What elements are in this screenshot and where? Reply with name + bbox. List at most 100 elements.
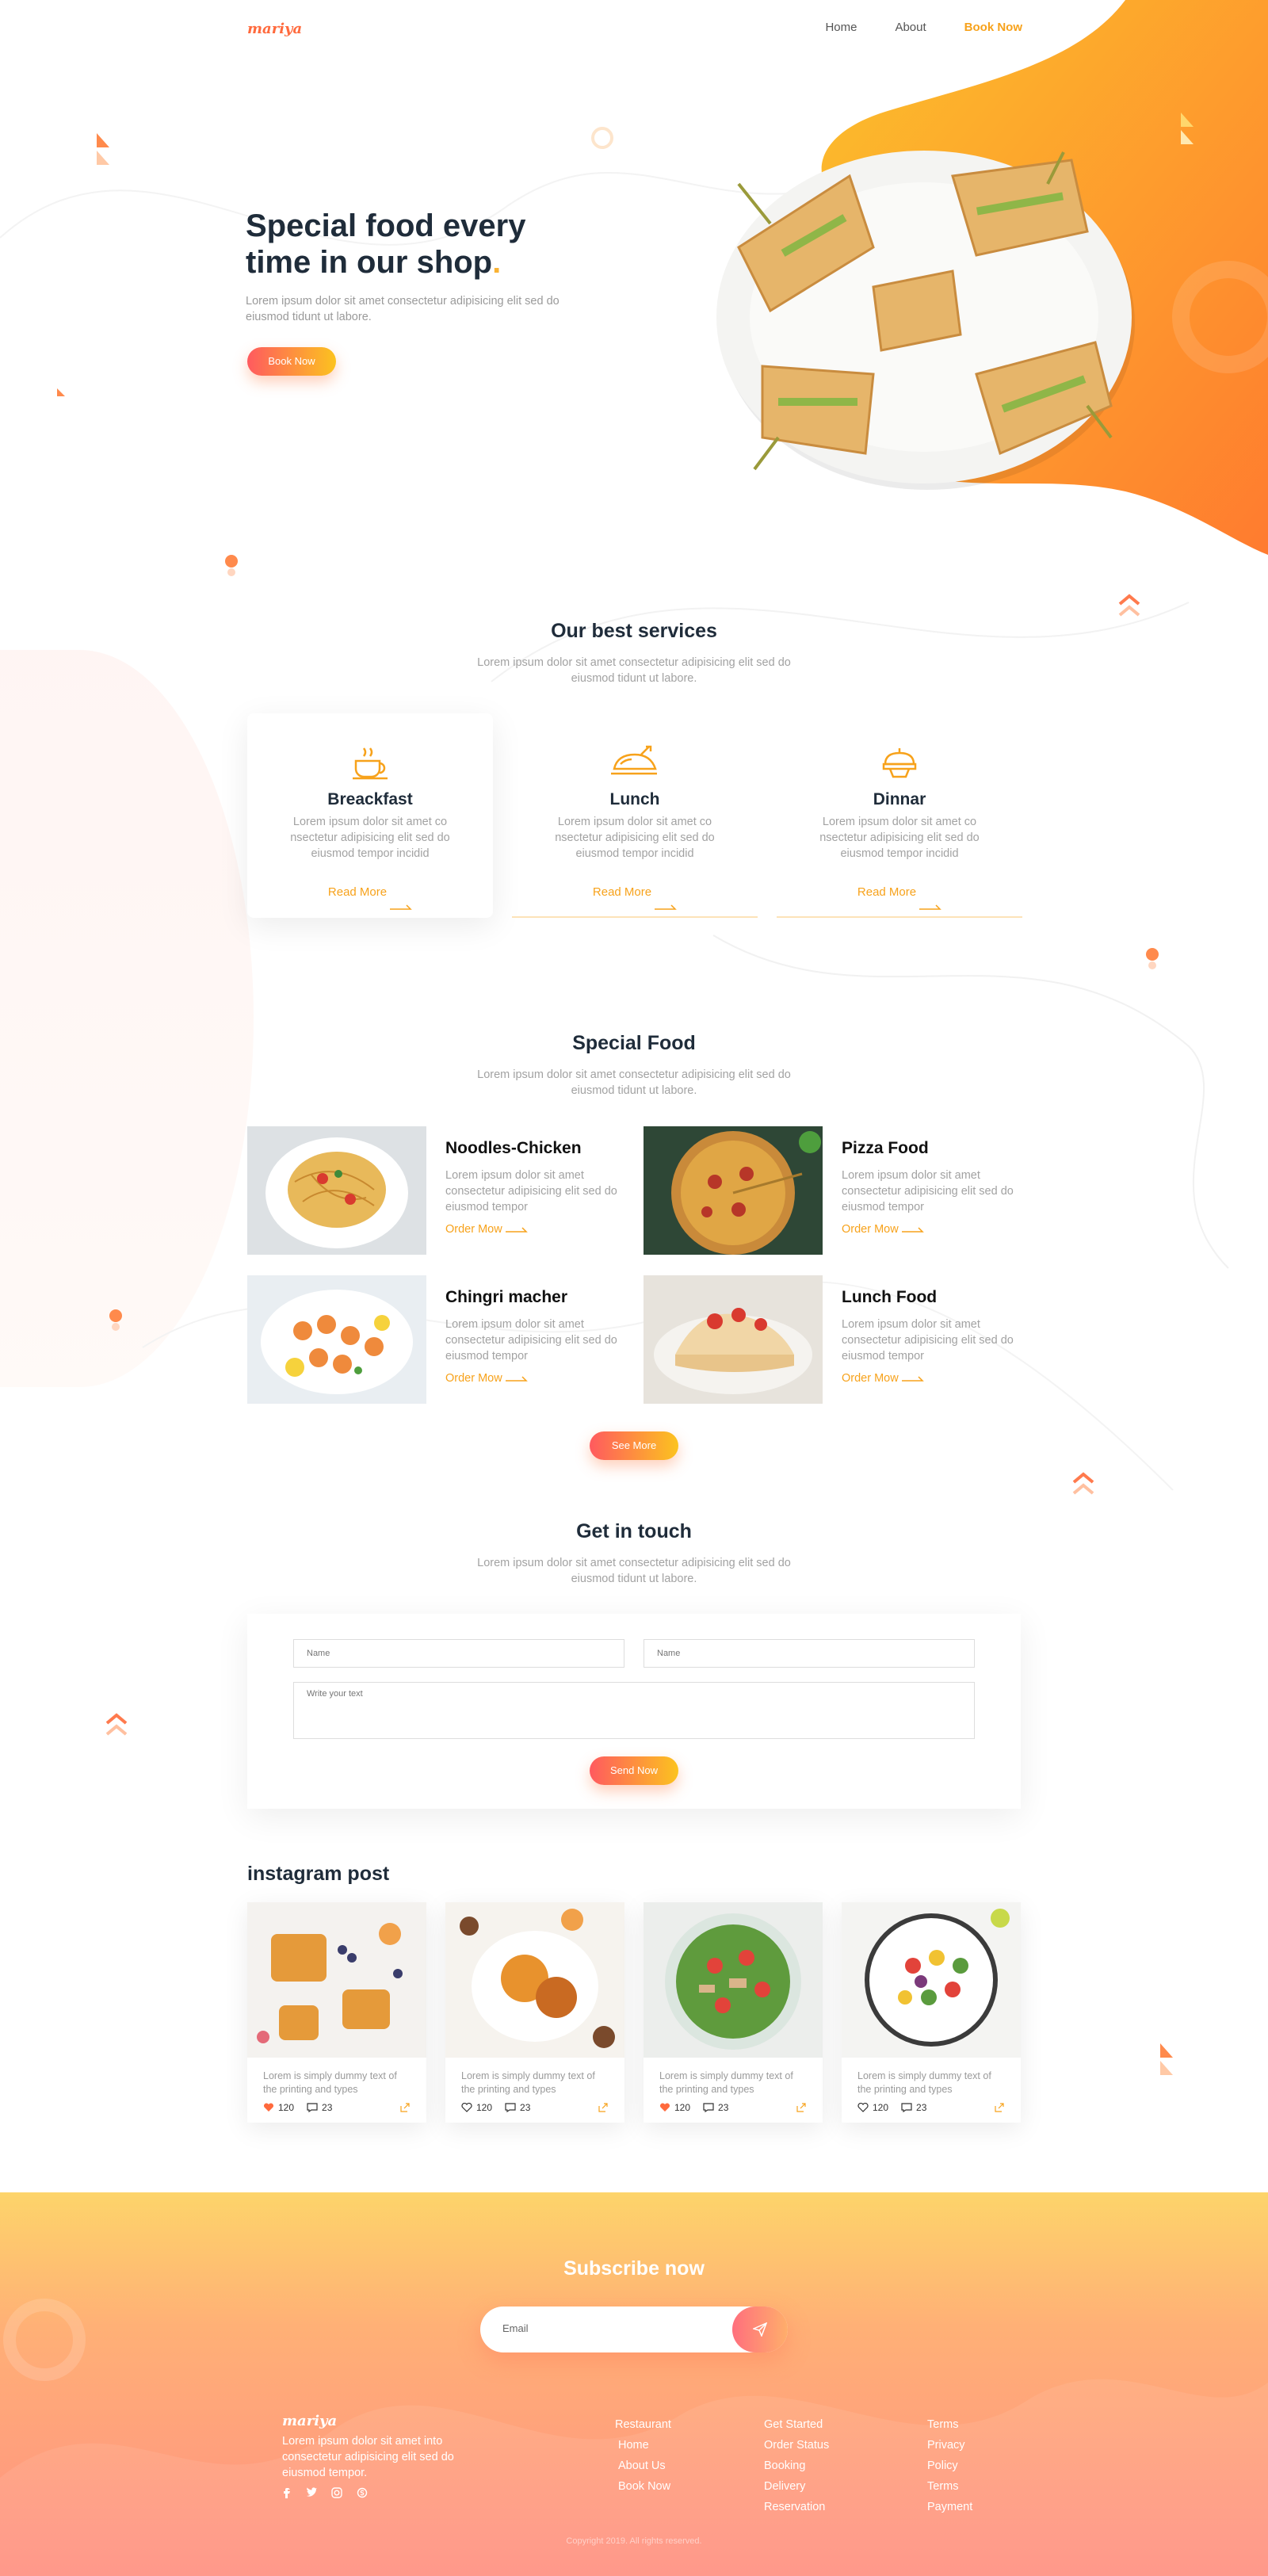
order-now-link[interactable]: Order Mow	[842, 1372, 924, 1385]
comment-button[interactable]: 23	[307, 2102, 332, 2113]
share-icon	[796, 2103, 806, 2112]
food-text: Lorem ipsum dolor sit amet consectetur a…	[445, 1169, 617, 1213]
send-plane-icon	[753, 2322, 767, 2337]
arrow-right-icon	[919, 904, 941, 910]
twitter-icon[interactable]	[306, 2487, 317, 2498]
footer-link-book[interactable]: Book Now	[615, 2476, 671, 2497]
like-button[interactable]: 120	[461, 2102, 492, 2113]
main-nav: Home About Book Now	[825, 21, 1022, 34]
footer-heading: Restaurant	[615, 2418, 671, 2431]
copyright: Copyright 2019. All rights reserved.	[566, 2536, 702, 2546]
like-button[interactable]: 120	[659, 2102, 690, 2113]
subscribe-button[interactable]	[732, 2307, 788, 2352]
footer-link[interactable]: Order Status	[764, 2435, 829, 2456]
footer-column-terms: Terms Privacy Policy Terms Payment	[927, 2414, 972, 2517]
like-button[interactable]: 120	[263, 2102, 294, 2113]
footer-link[interactable]: Terms	[927, 2476, 972, 2497]
footer-link[interactable]: Privacy	[927, 2435, 972, 2456]
triangle-decoration	[1160, 2043, 1173, 2075]
comment-icon	[505, 2103, 516, 2112]
instagram-post[interactable]: Lorem is simply dummy text of the printi…	[644, 1902, 823, 2123]
service-card-lunch[interactable]: Lunch Lorem ipsum dolor sit amet co nsec…	[512, 713, 758, 918]
contact-title: Get in touch	[576, 1520, 692, 1542]
footer-link-about[interactable]: About Us	[615, 2456, 671, 2476]
logo[interactable]: mariya	[247, 21, 302, 37]
comment-button[interactable]: 23	[505, 2102, 530, 2113]
comment-icon	[307, 2103, 318, 2112]
instagram-post[interactable]: Lorem is simply dummy text of the printi…	[445, 1902, 624, 2123]
page: mariya Home About Book Now Special food …	[0, 0, 1268, 2576]
post-caption: Lorem is simply dummy text of the printi…	[263, 2070, 397, 2095]
service-title: Dinnar	[873, 790, 926, 808]
footer-link[interactable]: Delivery	[764, 2476, 829, 2497]
footer-link[interactable]: Terms	[927, 2414, 972, 2435]
facebook-icon[interactable]	[282, 2487, 292, 2498]
share-icon	[598, 2103, 608, 2112]
read-more-link[interactable]: Read More	[777, 873, 1022, 911]
message-textarea[interactable]	[293, 1682, 975, 1739]
arrow-right-icon	[901, 1376, 924, 1382]
footer-link[interactable]: Booking	[764, 2456, 829, 2476]
footer-link[interactable]: Get Started	[764, 2414, 829, 2435]
food-title: Pizza Food	[842, 1139, 929, 1157]
arrow-right-icon	[655, 904, 677, 910]
order-now-link[interactable]: Order Mow	[445, 1223, 528, 1236]
service-card-dinner[interactable]: Dinnar Lorem ipsum dolor sit amet co nse…	[777, 713, 1022, 918]
post-meta: 120 23	[263, 2102, 411, 2113]
heart-outline-icon	[461, 2103, 472, 2112]
service-card-breakfast[interactable]: Breackfast Lorem ipsum dolor sit amet co…	[247, 713, 493, 918]
skype-icon[interactable]	[357, 2487, 368, 2498]
instagram-icon[interactable]	[331, 2487, 342, 2498]
social-links	[282, 2487, 368, 2498]
noodles-image	[247, 1126, 426, 1255]
instagram-post[interactable]: Lorem is simply dummy text of the printi…	[842, 1902, 1021, 2123]
comment-button[interactable]: 23	[901, 2102, 926, 2113]
food-item: Lunch Food Lorem ipsum dolor sit amet co…	[644, 1275, 1024, 1404]
instagram-post[interactable]: Lorem is simply dummy text of the printi…	[247, 1902, 426, 2123]
footer-link[interactable]: Payment	[927, 2497, 972, 2517]
read-more-link[interactable]: Read More	[247, 873, 493, 911]
share-button[interactable]	[598, 2102, 609, 2113]
share-button[interactable]	[796, 2102, 807, 2113]
footer-about: Lorem ipsum dolor sit amet into consecte…	[282, 2435, 454, 2479]
vegetable-salad-image	[842, 1902, 1021, 2058]
food-text: Lorem ipsum dolor sit amet consectetur a…	[842, 1169, 1014, 1213]
see-more-button[interactable]: See More	[590, 1431, 678, 1460]
order-now-link[interactable]: Order Mow	[842, 1223, 924, 1236]
footer-logo[interactable]: mariya	[282, 2413, 337, 2429]
hero-title: Special food every time in our shop.	[246, 208, 526, 280]
share-button[interactable]	[994, 2102, 1005, 2113]
chevron-decoration	[1072, 1472, 1094, 1495]
read-more-link[interactable]: Read More	[512, 873, 758, 911]
footer-wave-decoration	[0, 2299, 1268, 2576]
comment-button[interactable]: 23	[703, 2102, 728, 2113]
footer-column-restaurant: Restaurant Home About Us Book Now	[615, 2414, 671, 2497]
name-input-second[interactable]	[644, 1639, 975, 1668]
footer-column-get-started: Get Started Order Status Booking Deliver…	[764, 2414, 829, 2517]
email-input[interactable]: Email	[502, 2322, 529, 2334]
footer-link[interactable]: Reservation	[764, 2497, 829, 2517]
service-title: Lunch	[609, 790, 660, 808]
footer-link[interactable]: Policy	[927, 2456, 972, 2476]
post-caption: Lorem is simply dummy text of the printi…	[857, 2070, 991, 2095]
nav-about[interactable]: About	[895, 21, 926, 34]
order-now-link[interactable]: Order Mow	[445, 1372, 528, 1385]
footer-link-home[interactable]: Home	[615, 2435, 671, 2456]
nav-book-now[interactable]: Book Now	[964, 21, 1022, 34]
share-icon	[400, 2103, 410, 2112]
like-button[interactable]: 120	[857, 2102, 888, 2113]
waffles-image	[247, 1902, 426, 2058]
nav-home[interactable]: Home	[825, 21, 857, 34]
food-item: Noodles-Chicken Lorem ipsum dolor sit am…	[247, 1126, 628, 1255]
name-input[interactable]	[293, 1639, 624, 1668]
lunch-food-image	[644, 1275, 823, 1404]
post-meta: 120 23	[659, 2102, 807, 2113]
card-underline	[777, 916, 1022, 918]
book-now-button[interactable]: Book Now	[247, 347, 336, 376]
contact-form: Send Now	[247, 1614, 1021, 1809]
share-button[interactable]	[399, 2102, 411, 2113]
heart-filled-icon	[659, 2103, 670, 2112]
card-underline	[512, 916, 758, 918]
heart-outline-icon	[857, 2103, 869, 2112]
send-now-button[interactable]: Send Now	[590, 1756, 678, 1785]
